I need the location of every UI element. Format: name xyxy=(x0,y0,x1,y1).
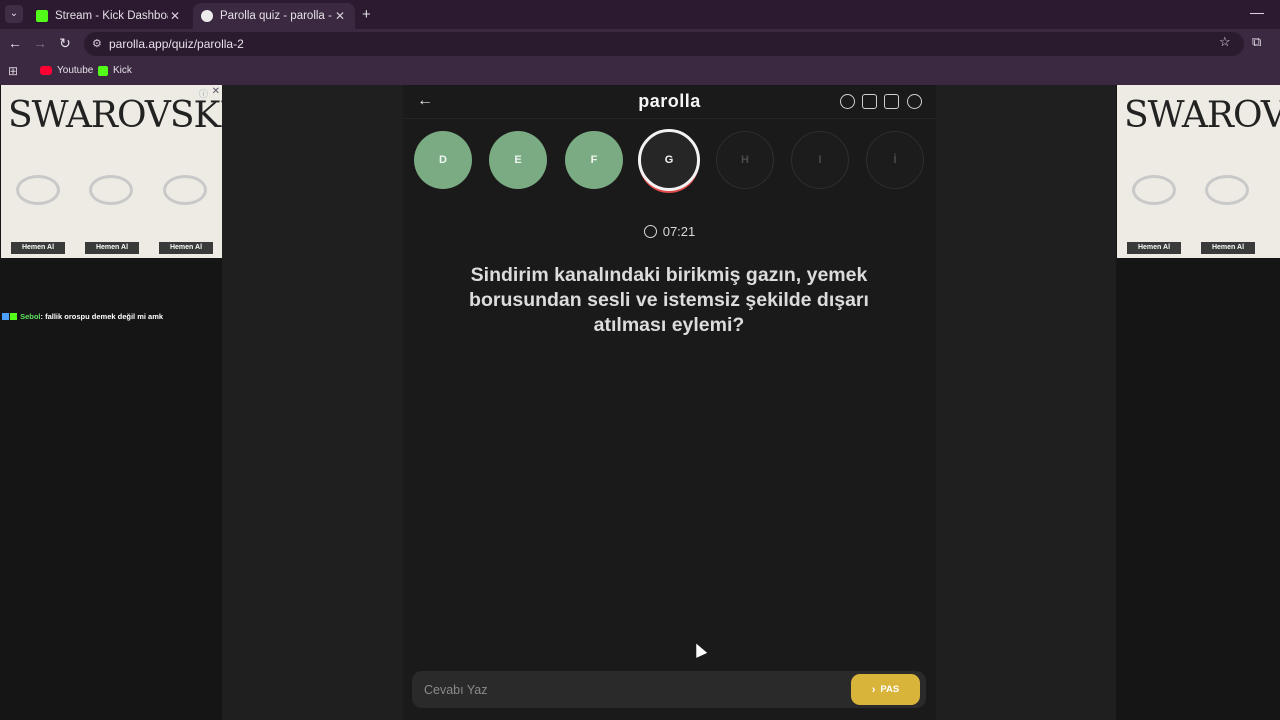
letter-circle-current: G xyxy=(638,129,700,191)
browser-tab-bar: ⌄ Stream - Kick Dashboard ✕ Parolla quiz… xyxy=(0,0,1280,29)
chat-username: Sebol xyxy=(20,312,41,321)
parolla-icon xyxy=(201,10,213,22)
bracelet-image xyxy=(1205,175,1249,205)
new-tab-icon[interactable]: + xyxy=(362,6,371,23)
forward-arrow-icon[interactable]: → xyxy=(31,35,49,51)
pass-button[interactable]: › PAS xyxy=(851,674,920,705)
minimize-icon[interactable]: — xyxy=(1250,4,1264,20)
site-info-icon[interactable]: ⚙ xyxy=(92,37,104,50)
ad-buy-button[interactable]: Hemen Al xyxy=(1127,242,1181,254)
info-icon[interactable] xyxy=(840,94,855,109)
letter-circle: E xyxy=(489,131,547,189)
feedback-icon[interactable] xyxy=(884,94,899,109)
letter-circle: İ xyxy=(866,131,924,189)
bookmark-label: Kick xyxy=(113,65,132,76)
page-content: ⓘ ✕ SWAROVSKI Hemen Al Hemen Al Hemen Al… xyxy=(0,85,1280,720)
bookmark-star-icon[interactable]: ☆ xyxy=(1219,34,1231,50)
back-arrow-icon[interactable]: ← xyxy=(6,35,24,51)
close-tab-icon[interactable]: ✕ xyxy=(333,9,347,23)
ad-buy-button[interactable]: Hemen Al xyxy=(11,242,65,254)
close-tab-icon[interactable]: ✕ xyxy=(168,9,182,23)
ad-banner-left[interactable]: ⓘ ✕ SWAROVSKI Hemen Al Hemen Al Hemen Al xyxy=(1,85,222,258)
quiz-header: ← parolla xyxy=(403,85,936,119)
chat-text: : fallik orospu demek değil mi amk xyxy=(40,312,164,321)
kick-icon xyxy=(98,65,108,76)
address-bar[interactable]: ⚙ parolla.app/quiz/parolla-2 xyxy=(84,32,1244,56)
tab-parolla-quiz[interactable]: Parolla quiz - parolla - Kelime o ✕ xyxy=(193,3,355,29)
bookmark-kick[interactable]: Kick xyxy=(98,65,132,76)
badge-icon xyxy=(10,313,17,320)
bracelet-image xyxy=(16,175,60,205)
tab-kick-dashboard[interactable]: Stream - Kick Dashboard ✕ xyxy=(28,3,190,29)
chevron-right-icon: › xyxy=(871,683,876,696)
tab-title: Parolla quiz - parolla - Kelime o xyxy=(220,10,333,22)
timer-value: 07:21 xyxy=(662,224,696,239)
browser-nav-bar: ← → ↻ ⚙ parolla.app/quiz/parolla-2 ☆ ⧉ xyxy=(0,29,1280,59)
profile-icon[interactable] xyxy=(907,94,922,109)
bracelet-image xyxy=(163,175,207,205)
answer-input[interactable] xyxy=(412,671,842,708)
tab-search-icon[interactable]: ⌄ xyxy=(5,5,23,23)
bookmark-label: Youtube xyxy=(57,65,94,76)
clock-icon xyxy=(643,225,657,238)
ad-buy-button[interactable]: Hemen Al xyxy=(85,242,139,254)
answer-bar: › PAS xyxy=(412,671,926,708)
letter-track: D E F G H I İ xyxy=(403,129,936,193)
bookmark-youtube[interactable]: Youtube xyxy=(40,65,93,76)
ad-buy-button[interactable]: Hemen Al xyxy=(1201,242,1255,254)
kick-icon xyxy=(36,10,48,22)
chat-message: Sebol: fallik orospu demek değil mi amk xyxy=(2,312,163,321)
ad-brand: SWAROVSKI xyxy=(1124,95,1280,136)
pass-label: PAS xyxy=(880,684,900,695)
letter-circle: D xyxy=(414,131,472,189)
quiz-panel: ← parolla D E F G H I İ 07:21 Sindirim k… xyxy=(403,85,936,720)
letter-circle: F xyxy=(565,131,623,189)
badge-icon xyxy=(2,313,9,320)
reload-icon[interactable]: ↻ xyxy=(56,35,74,52)
bookmarks-bar: ⊞ Youtube Kick xyxy=(0,59,1280,85)
youtube-icon xyxy=(40,66,52,75)
ad-brand: SWAROVSKI xyxy=(8,95,222,136)
letter-circle: H xyxy=(716,131,774,189)
tab-title: Stream - Kick Dashboard xyxy=(55,10,168,22)
bracelet-image xyxy=(89,175,133,205)
question-text: Sindirim kanalındaki birikmiş gazın, yem… xyxy=(469,264,869,336)
extensions-icon[interactable]: ⧉ xyxy=(1252,34,1261,50)
app-logo: parolla xyxy=(638,91,701,111)
letter-circle: I xyxy=(791,131,849,189)
apps-grid-icon[interactable]: ⊞ xyxy=(8,65,20,77)
ad-banner-right[interactable]: SWAROVSKI Hemen Al Hemen Al xyxy=(1117,85,1280,258)
quiz-timer: 07:21 xyxy=(403,224,936,239)
stats-icon[interactable] xyxy=(862,94,877,109)
bracelet-image xyxy=(1132,175,1176,205)
ad-buy-button[interactable]: Hemen Al xyxy=(159,242,213,254)
url-text[interactable]: parolla.app/quiz/parolla-2 xyxy=(109,37,244,51)
